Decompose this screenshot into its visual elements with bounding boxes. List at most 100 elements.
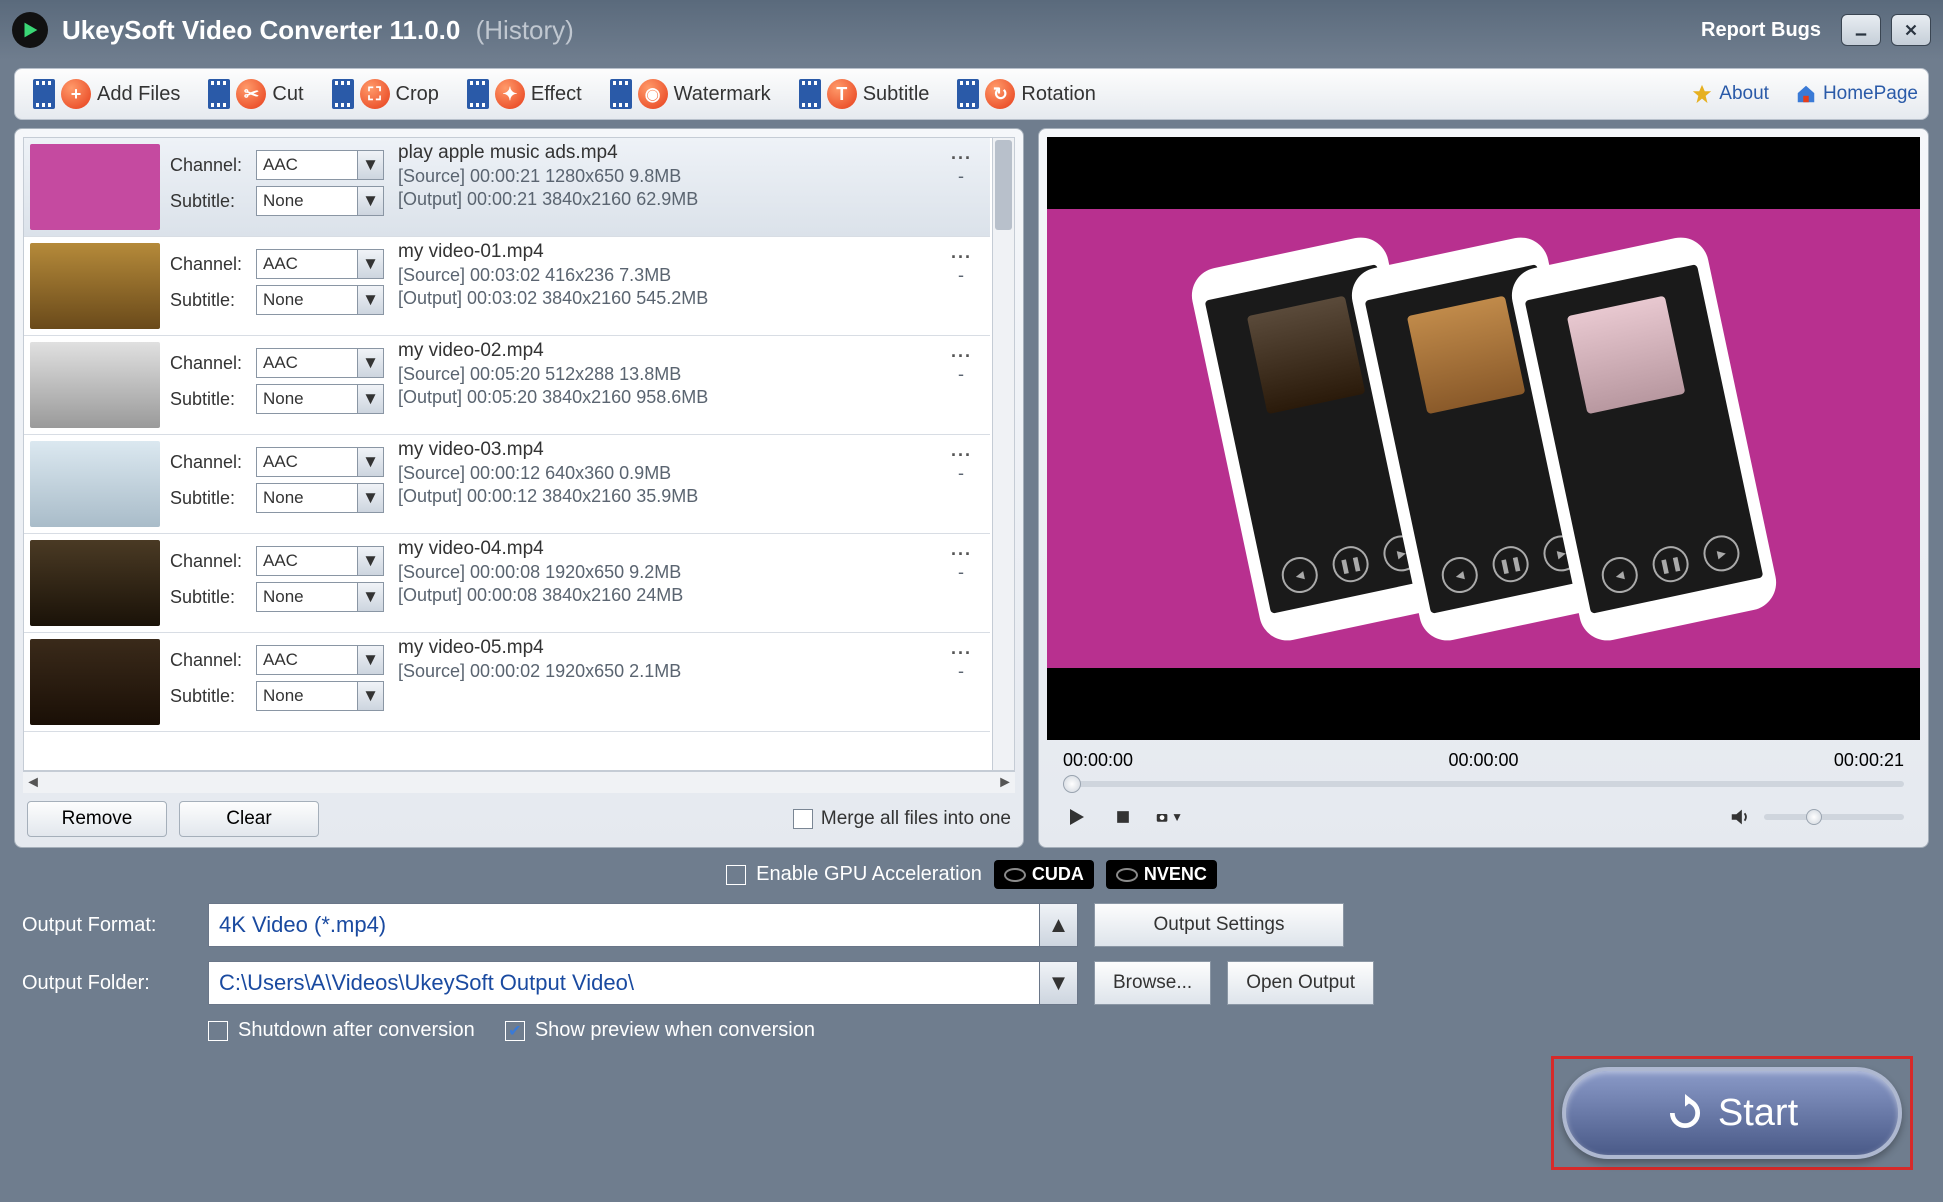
time-end: 00:00:21 (1834, 750, 1904, 771)
checkbox-icon (793, 809, 813, 829)
app-version: 11.0.0 (390, 15, 461, 45)
browse-button[interactable]: Browse... (1094, 961, 1211, 1005)
homepage-link[interactable]: HomePage (1795, 83, 1918, 105)
output-format-select[interactable]: 4K Video (*.mp4)▲ (208, 903, 1078, 947)
merge-checkbox[interactable]: Merge all files into one (793, 808, 1011, 830)
start-button[interactable]: Start (1562, 1067, 1902, 1159)
channel-select[interactable]: AAC▼ (256, 645, 384, 675)
volume-slider[interactable] (1764, 814, 1904, 820)
open-output-button[interactable]: Open Output (1227, 961, 1374, 1005)
add-files-button[interactable]: +Add Files (25, 75, 188, 113)
subtitle-label: Subtitle (863, 83, 930, 106)
gpu-checkbox[interactable]: Enable GPU Acceleration (726, 863, 982, 886)
subtitle-select[interactable]: None▼ (256, 384, 384, 414)
minimize-button[interactable] (1841, 14, 1881, 46)
star-icon (1691, 83, 1713, 105)
add-files-label: Add Files (97, 83, 180, 106)
more-button[interactable]: ... (951, 341, 982, 362)
toolbar: +Add Files ✂Cut ⛶Crop ✦Effect ◉Watermark… (14, 68, 1929, 120)
subtitle-select[interactable]: None▼ (256, 582, 384, 612)
play-button[interactable] (1063, 803, 1091, 831)
channel-label: Channel: (170, 452, 256, 473)
subtitle-label: Subtitle: (170, 587, 256, 608)
subtitle-select[interactable]: None▼ (256, 483, 384, 513)
start-highlight: Start (1551, 1056, 1913, 1170)
wand-icon: ✦ (495, 79, 525, 109)
subtitle-select[interactable]: None▼ (256, 186, 384, 216)
homepage-label: HomePage (1823, 83, 1918, 105)
dash: - (958, 463, 964, 484)
thumbnail (30, 144, 160, 230)
subtitle-label: Subtitle: (170, 389, 256, 410)
channel-select[interactable]: AAC▼ (256, 249, 384, 279)
film-icon (33, 79, 55, 109)
subtitle-select[interactable]: None▼ (256, 285, 384, 315)
subtitle-label: Subtitle: (170, 488, 256, 509)
chevron-down-icon: ▼ (357, 151, 383, 179)
chevron-down-icon: ▼ (357, 250, 383, 278)
subtitle-button[interactable]: TSubtitle (791, 75, 938, 113)
channel-select[interactable]: AAC▼ (256, 447, 384, 477)
cut-button[interactable]: ✂Cut (200, 75, 311, 113)
checkbox-icon (505, 1021, 525, 1041)
output-settings-button[interactable]: Output Settings (1094, 903, 1344, 947)
watermark-button[interactable]: ◉Watermark (602, 75, 779, 113)
file-row[interactable]: Channel:AAC▼Subtitle:None▼my video-02.mp… (24, 336, 990, 435)
scissors-icon: ✂ (236, 79, 266, 109)
chevron-down-icon: ▼ (357, 547, 383, 575)
file-row[interactable]: Channel:AAC▼Subtitle:None▼my video-04.mp… (24, 534, 990, 633)
effect-button[interactable]: ✦Effect (459, 75, 590, 113)
film-icon (332, 79, 354, 109)
show-preview-label: Show preview when conversion (535, 1019, 815, 1042)
seek-bar[interactable] (1047, 781, 1920, 795)
more-button[interactable]: ... (951, 242, 982, 263)
more-button[interactable]: ... (951, 143, 982, 164)
chevron-down-icon: ▼ (357, 583, 383, 611)
file-name: my video-02.mp4 (398, 340, 544, 362)
about-label: About (1719, 83, 1769, 105)
about-link[interactable]: About (1691, 83, 1769, 105)
file-row[interactable]: Channel:AAC▼Subtitle:None▼my video-03.mp… (24, 435, 990, 534)
more-button[interactable]: ... (951, 638, 982, 659)
channel-select[interactable]: AAC▼ (256, 546, 384, 576)
file-row[interactable]: Channel:AAC▼Subtitle:None▼my video-05.mp… (24, 633, 990, 732)
chevron-down-icon: ▼ (357, 682, 383, 710)
chevron-down-icon: ▼ (357, 349, 383, 377)
time-current: 00:00:00 (1448, 750, 1518, 771)
clear-button[interactable]: Clear (179, 801, 319, 837)
subtitle-select[interactable]: None▼ (256, 681, 384, 711)
file-name: my video-04.mp4 (398, 538, 544, 560)
refresh-icon (1666, 1094, 1704, 1132)
history-link[interactable]: (History) (476, 15, 574, 45)
remove-button[interactable]: Remove (27, 801, 167, 837)
rotation-button[interactable]: ↻Rotation (949, 75, 1104, 113)
crop-button[interactable]: ⛶Crop (324, 75, 447, 113)
more-button[interactable]: ... (951, 440, 982, 461)
file-row[interactable]: Channel:AAC▼Subtitle:None▼my video-01.mp… (24, 237, 990, 336)
channel-label: Channel: (170, 650, 256, 671)
vertical-scrollbar[interactable] (992, 138, 1014, 770)
nvidia-icon (1004, 868, 1026, 882)
show-preview-checkbox[interactable]: Show preview when conversion (505, 1019, 815, 1042)
chevron-down-icon: ▼ (357, 448, 383, 476)
thumbnail (30, 540, 160, 626)
shutdown-checkbox[interactable]: Shutdown after conversion (208, 1019, 475, 1042)
app-title: UkeySoft Video Converter 11.0.0 (History… (62, 15, 574, 46)
more-button[interactable]: ... (951, 539, 982, 560)
channel-select[interactable]: AAC▼ (256, 348, 384, 378)
subtitle-label: Subtitle: (170, 290, 256, 311)
output-folder-input[interactable]: C:\Users\A\Videos\UkeySoft Output Video\… (208, 961, 1078, 1005)
channel-label: Channel: (170, 155, 256, 176)
channel-label: Channel: (170, 254, 256, 275)
stop-button[interactable] (1109, 803, 1137, 831)
channel-select[interactable]: AAC▼ (256, 150, 384, 180)
gpu-label: Enable GPU Acceleration (756, 863, 982, 886)
horizontal-scrollbar[interactable]: ◄► (23, 771, 1015, 793)
source-info: [Source] 00:00:02 1920x650 2.1MB (398, 661, 681, 682)
close-button[interactable] (1891, 14, 1931, 46)
report-bugs-link[interactable]: Report Bugs (1701, 19, 1821, 42)
volume-icon[interactable] (1726, 803, 1754, 831)
file-row[interactable]: Channel:AAC▼Subtitle:None▼play apple mus… (24, 138, 990, 237)
output-info: [Output] 00:05:20 3840x2160 958.6MB (398, 387, 708, 408)
snapshot-button[interactable]: ▼ (1155, 803, 1183, 831)
